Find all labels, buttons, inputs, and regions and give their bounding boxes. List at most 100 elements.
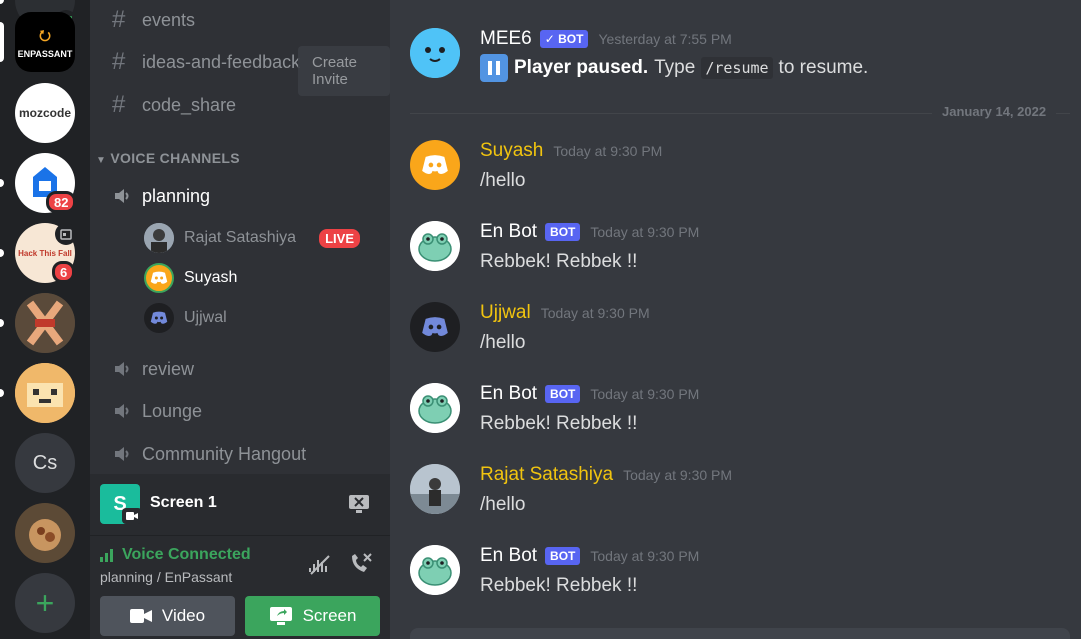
voice-user-rajat[interactable]: Rajat Satashiya LIVE <box>144 222 380 254</box>
author-name[interactable]: Suyash <box>480 140 543 162</box>
channel-name: ideas-and-feedback <box>142 51 301 72</box>
channel-name: events <box>142 9 196 30</box>
voice-channel-review[interactable]: review <box>100 351 380 387</box>
server-cs[interactable]: Cs <box>15 433 75 493</box>
avatar <box>144 303 174 333</box>
author-name[interactable]: En Bot <box>480 221 537 243</box>
server-pattern-logo-icon <box>15 293 75 353</box>
noise-suppression-icon <box>309 555 330 575</box>
bot-tag: BOT <box>545 385 581 403</box>
discord-logo-icon <box>150 271 168 284</box>
bot-tag-label: BOT <box>558 32 584 46</box>
screen-title: Screen 1 <box>150 494 217 511</box>
server-mozcode[interactable]: mozcode <box>15 83 75 143</box>
channel-name: planning <box>142 185 211 206</box>
mention-badge: 6 <box>52 261 76 283</box>
avatar[interactable] <box>410 28 460 78</box>
server-blue[interactable]: 82 <box>15 153 77 213</box>
voice-status-label: Voice Connected <box>122 546 251 563</box>
message-composer[interactable] <box>410 628 1070 639</box>
avatar[interactable] <box>410 302 460 352</box>
message: En Bot BOT Today at 9:30 PM Rebbek! Rebb… <box>410 221 1070 276</box>
author-name[interactable]: En Bot <box>480 545 537 567</box>
message-header: En Bot BOT Today at 9:30 PM <box>480 545 699 567</box>
message-header: Rajat Satashiya Today at 9:30 PM <box>480 464 732 486</box>
category-label: VOICE CHANNELS <box>110 150 240 166</box>
author-name[interactable]: Rajat Satashiya <box>480 464 613 486</box>
voice-connection-panel: Voice Connected planning / EnPassant Vid… <box>90 536 390 639</box>
channel-name: Lounge <box>142 400 203 421</box>
voice-user-name: Ujjwal <box>184 309 227 326</box>
user-photo-icon <box>410 464 460 514</box>
bot-tag: BOT <box>545 223 581 241</box>
avatar[interactable] <box>410 140 460 190</box>
channel-name: Community Hangout <box>142 443 307 464</box>
message: MEE6 ✓ BOT Yesterday at 7:55 PM Player p… <box>410 28 1070 88</box>
category-voice-channels[interactable]: ▼ VOICE CHANNELS <box>96 150 240 166</box>
voice-location[interactable]: planning / EnPassant <box>100 569 232 585</box>
author-name[interactable]: MEE6 <box>480 28 532 50</box>
timestamp: Today at 9:30 PM <box>553 143 663 159</box>
event-icon <box>55 223 77 245</box>
message-header: En Bot BOT Today at 9:30 PM <box>480 383 699 405</box>
server-enpassant[interactable]: ⭮ ENPASSANT <box>15 12 75 72</box>
author-name[interactable]: Ujjwal <box>480 302 531 324</box>
message: Rajat Satashiya Today at 9:30 PM /hello <box>410 464 1070 519</box>
timestamp: Today at 9:30 PM <box>590 224 700 240</box>
speaker-icon <box>112 401 142 421</box>
avatar[interactable] <box>410 464 460 514</box>
server-rail: ⭮ ENPASSANT mozcode 82 Hack This Fall 6 <box>0 0 90 639</box>
voice-channel-lounge[interactable]: Lounge <box>100 393 380 429</box>
server-cs-label: Cs <box>32 451 58 474</box>
message-content: /hello <box>480 332 526 353</box>
video-button[interactable]: Video <box>100 596 235 636</box>
noise-suppression-button[interactable] <box>308 554 332 581</box>
pause-icon <box>480 54 508 82</box>
screen-close-icon <box>349 495 369 513</box>
server-hackthisfall[interactable]: Hack This Fall 6 <box>15 223 77 283</box>
timestamp: Today at 9:30 PM <box>590 386 700 402</box>
add-server-button[interactable]: + <box>15 573 75 633</box>
message-content: Rebbek! Rebbek !! <box>480 575 638 596</box>
message-content: Rebbek! Rebbek !! <box>480 251 638 272</box>
voice-user-name: Rajat Satashiya <box>184 229 297 246</box>
message-text: to resume. <box>778 57 869 78</box>
avatar[interactable] <box>410 221 460 271</box>
author-name[interactable]: En Bot <box>480 383 537 405</box>
message-content: /hello <box>480 494 526 515</box>
server-photo[interactable] <box>15 503 75 563</box>
unread-indicator <box>0 179 4 187</box>
server-hackthisfall-label: Hack This Fall <box>18 248 72 258</box>
server-pixel[interactable] <box>15 363 75 423</box>
server-photo-image-icon <box>15 503 75 563</box>
message-header: Ujjwal Today at 9:30 PM <box>480 302 650 324</box>
voice-user-ujjwal[interactable]: Ujjwal <box>144 302 227 334</box>
screen-share-panel: S Screen 1 <box>90 474 390 536</box>
voice-channel-planning[interactable]: planning <box>100 178 380 214</box>
avatar[interactable] <box>410 383 460 433</box>
disconnect-button[interactable] <box>348 552 374 581</box>
screen-button-label: Screen <box>302 606 357 625</box>
channel-name: review <box>142 358 195 379</box>
chat-area: MEE6 ✓ BOT Yesterday at 7:55 PM Player p… <box>390 0 1081 639</box>
video-button-label: Video <box>161 606 206 625</box>
screen-button[interactable]: Screen <box>245 596 380 636</box>
mention-badge: 82 <box>46 191 77 213</box>
voice-channel-community-hangout[interactable]: Community Hangout <box>100 436 380 472</box>
stop-stream-button[interactable] <box>348 494 370 519</box>
voice-user-name: Suyash <box>184 269 238 286</box>
voice-status[interactable]: Voice Connected <box>100 546 251 564</box>
date-divider-label: January 14, 2022 <box>932 104 1057 119</box>
message: En Bot BOT Today at 9:30 PM Rebbek! Rebb… <box>410 383 1070 438</box>
disconnect-phone-icon <box>352 553 372 572</box>
avatar[interactable] <box>410 545 460 595</box>
channel-events[interactable]: # events <box>100 2 380 38</box>
message-content: /hello <box>480 170 526 191</box>
message-text: Type <box>654 57 696 78</box>
server-pattern[interactable] <box>15 293 75 353</box>
bot-tag: BOT <box>545 547 581 565</box>
message-header: Suyash Today at 9:30 PM <box>480 140 662 162</box>
message-content: Player paused. Type /resume to resume. <box>480 54 868 82</box>
voice-user-suyash[interactable]: Suyash <box>144 262 237 294</box>
speaker-icon <box>112 186 142 206</box>
